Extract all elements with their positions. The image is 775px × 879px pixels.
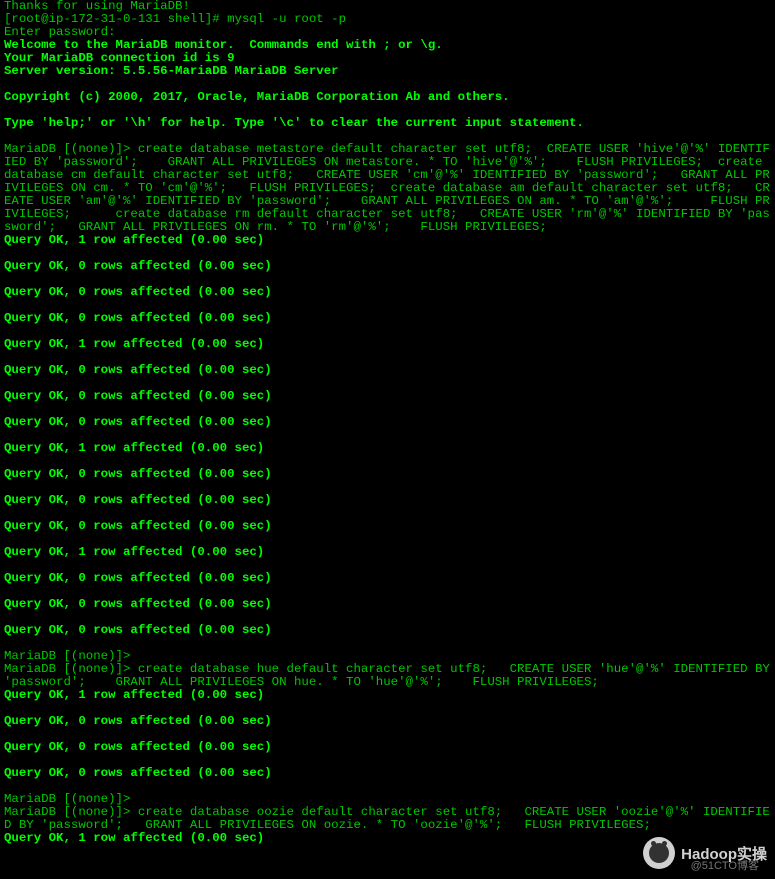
terminal-line: Query OK, 1 row affected (0.00 sec) xyxy=(4,689,771,702)
terminal-line: Query OK, 0 rows affected (0.00 sec) xyxy=(4,312,771,325)
terminal-line: Query OK, 0 rows affected (0.00 sec) xyxy=(4,494,771,507)
terminal-line: Query OK, 0 rows affected (0.00 sec) xyxy=(4,572,771,585)
terminal-line: Query OK, 0 rows affected (0.00 sec) xyxy=(4,390,771,403)
terminal-output[interactable]: Thanks for using MariaDB![root@ip-172-31… xyxy=(0,0,775,879)
terminal-line: Server version: 5.5.56-MariaDB MariaDB S… xyxy=(4,65,771,78)
terminal-line: Query OK, 1 row affected (0.00 sec) xyxy=(4,234,771,247)
terminal-line: [root@ip-172-31-0-131 shell]# mysql -u r… xyxy=(4,13,771,26)
terminal-line: Query OK, 0 rows affected (0.00 sec) xyxy=(4,364,771,377)
terminal-line: Query OK, 0 rows affected (0.00 sec) xyxy=(4,416,771,429)
terminal-line: Query OK, 0 rows affected (0.00 sec) xyxy=(4,598,771,611)
terminal-line: Query OK, 0 rows affected (0.00 sec) xyxy=(4,468,771,481)
terminal-line: MariaDB [(none)]> create database oozie … xyxy=(4,806,771,832)
terminal-line: MariaDB [(none)]> create database metast… xyxy=(4,143,771,234)
terminal-line: Query OK, 0 rows affected (0.00 sec) xyxy=(4,520,771,533)
terminal-line: Query OK, 0 rows affected (0.00 sec) xyxy=(4,715,771,728)
terminal-line: Query OK, 0 rows affected (0.00 sec) xyxy=(4,624,771,637)
terminal-line: Query OK, 1 row affected (0.00 sec) xyxy=(4,546,771,559)
terminal-line: Query OK, 0 rows affected (0.00 sec) xyxy=(4,260,771,273)
terminal-line: Query OK, 1 row affected (0.00 sec) xyxy=(4,442,771,455)
terminal-line xyxy=(4,845,771,858)
terminal-line: Copyright (c) 2000, 2017, Oracle, MariaD… xyxy=(4,91,771,104)
terminal-line: Type 'help;' or '\h' for help. Type '\c'… xyxy=(4,117,771,130)
terminal-line: Query OK, 1 row affected (0.00 sec) xyxy=(4,338,771,351)
terminal-line: Query OK, 0 rows affected (0.00 sec) xyxy=(4,286,771,299)
terminal-line: MariaDB [(none)]> create database hue de… xyxy=(4,663,771,689)
terminal-line: Query OK, 1 row affected (0.00 sec) xyxy=(4,832,771,845)
terminal-line: Query OK, 0 rows affected (0.00 sec) xyxy=(4,767,771,780)
terminal-line: Query OK, 0 rows affected (0.00 sec) xyxy=(4,741,771,754)
